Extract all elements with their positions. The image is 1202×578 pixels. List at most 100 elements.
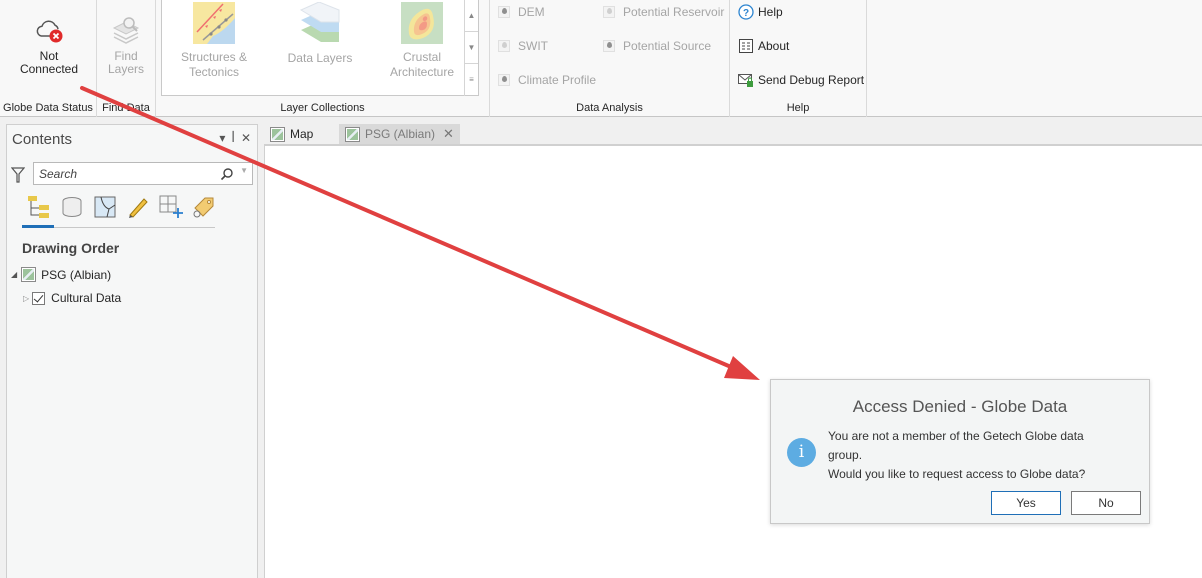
pin-icon	[498, 6, 510, 18]
map-icon	[21, 267, 37, 282]
help-button[interactable]: ? Help	[738, 4, 783, 20]
tree-item-map[interactable]: ◢ PSG (Albian)	[11, 267, 111, 282]
tab-psg-albian[interactable]: PSG (Albian) ✕	[339, 124, 460, 144]
data-layers-icon	[299, 1, 341, 44]
contents-title: Contents	[12, 131, 73, 148]
help-icon: ?	[738, 4, 754, 20]
not-connected-label-2: Connected	[19, 62, 79, 76]
dialog-message-line: You are not a member of the Getech Globe…	[828, 429, 1084, 443]
group-label: Layer Collections	[280, 102, 365, 114]
about-button[interactable]: About	[738, 38, 789, 54]
potential-source-label: Potential Source	[623, 39, 712, 53]
pane-options-icon[interactable]: ▾	[219, 131, 225, 145]
close-tab-icon[interactable]: ✕	[443, 126, 454, 142]
dialog-title: Access Denied - Globe Data	[852, 397, 1068, 416]
map-icon	[270, 126, 285, 142]
about-icon	[738, 38, 754, 54]
send-debug-report-label: Send Debug Report	[758, 73, 865, 87]
layer-visibility-checkbox[interactable]	[32, 291, 46, 305]
crustal-architecture-icon	[401, 2, 443, 44]
gallery-scrollbar[interactable]: ▲ ▼ ≡	[464, 0, 478, 96]
list-by-source-icon[interactable]	[60, 195, 84, 219]
tree-item-cultural-data-label: Cultural Data	[51, 291, 122, 305]
group-layer-collections: Structures & Tectonics Data Layers Crust…	[156, 0, 490, 117]
group-find-data: Find Layers Find Data	[97, 0, 156, 117]
layer-collections-gallery: Structures & Tectonics Data Layers Crust…	[161, 0, 479, 96]
contents-view-tabs	[22, 195, 215, 228]
tree-item-map-label: PSG (Albian)	[41, 267, 112, 282]
data-layers-button[interactable]: Data Layers	[280, 0, 360, 66]
list-by-editing-icon[interactable]	[126, 195, 150, 219]
svg-text:?: ?	[743, 8, 749, 19]
swit-label: SWIT	[518, 39, 548, 53]
pin-icon	[498, 40, 510, 52]
structures-tectonics-label: Structures &	[180, 50, 248, 64]
send-debug-report-button[interactable]: Send Debug Report	[738, 72, 864, 88]
tab-map[interactable]: Map	[264, 124, 319, 144]
dialog-message: You are not a member of the Getech Globe…	[828, 427, 1138, 484]
group-help: ? Help About Send Debug Report Help	[730, 0, 867, 117]
group-globe-data-status: Not Connected Globe Data Status	[0, 0, 97, 117]
crustal-architecture-label: Crustal	[402, 50, 441, 64]
expand-arrow-icon[interactable]: ▷	[23, 294, 29, 303]
pin-icon	[603, 6, 615, 18]
climate-profile-button[interactable]: Climate Profile	[498, 73, 596, 87]
find-layers-label-2: Layers	[107, 62, 145, 76]
dialog-message-line: Would you like to request access to Glob…	[828, 467, 1086, 481]
pin-icon	[498, 74, 510, 86]
yes-button[interactable]: Yes	[991, 491, 1061, 515]
drawing-order-heading: Drawing Order	[22, 240, 120, 256]
tab-map-label: Map	[290, 127, 314, 141]
pin-pane-icon[interactable]: ꟾ	[231, 131, 235, 145]
search-placeholder: Search	[39, 167, 78, 181]
list-by-labeling-icon[interactable]	[192, 195, 216, 219]
about-label: About	[758, 39, 790, 53]
close-pane-icon[interactable]: ✕	[241, 131, 251, 145]
potential-source-button[interactable]: Potential Source	[603, 39, 711, 53]
filter-icon[interactable]	[10, 167, 26, 183]
group-label: Globe Data Status	[3, 102, 93, 114]
collapse-arrow-icon[interactable]: ◢	[11, 270, 17, 279]
dem-label: DEM	[518, 5, 545, 19]
crustal-architecture-button[interactable]: Crustal Architecture	[382, 0, 462, 80]
contents-pane: Contents ▾ ꟾ ✕ Search ▼ Drawing Order ◢ …	[6, 124, 258, 578]
swit-button[interactable]: SWIT	[498, 39, 548, 53]
group-label: Find Data	[102, 102, 150, 114]
not-connected-button[interactable]: Not Connected	[10, 14, 88, 76]
crustal-architecture-label-2: Architecture	[389, 65, 455, 79]
group-label: Help	[786, 102, 810, 114]
access-denied-dialog: Access Denied - Globe Data i You are not…	[770, 379, 1150, 524]
view-tabs: Map PSG (Albian) ✕	[264, 124, 1202, 144]
structures-tectonics-button[interactable]: Structures & Tectonics	[174, 0, 254, 80]
search-dropdown-icon[interactable]: ▼	[240, 166, 248, 175]
help-label: Help	[758, 5, 783, 19]
list-by-drawing-order-icon[interactable]	[27, 195, 51, 219]
gallery-scroll-down-icon[interactable]: ▼	[465, 32, 478, 64]
list-by-snapping-icon[interactable]	[159, 195, 183, 219]
tab-psg-albian-label: PSG (Albian)	[365, 127, 436, 141]
dem-button[interactable]: DEM	[498, 5, 545, 19]
group-label: Data Analysis	[576, 102, 643, 114]
structures-tectonics-label-2: Tectonics	[188, 65, 240, 79]
search-icon[interactable]	[220, 167, 234, 181]
group-data-analysis: DEM Potential Reservoir SWIT Potential S…	[490, 0, 730, 117]
no-button[interactable]: No	[1071, 491, 1141, 515]
potential-reservoir-button[interactable]: Potential Reservoir	[603, 5, 724, 19]
data-layers-label: Data Layers	[287, 51, 353, 65]
find-layers-icon	[110, 14, 142, 46]
structures-tectonics-icon	[193, 2, 235, 44]
gallery-expand-icon[interactable]: ≡	[465, 64, 478, 96]
list-by-selection-icon[interactable]	[93, 195, 117, 219]
dialog-message-line: group.	[828, 448, 863, 462]
mail-lock-icon	[738, 72, 754, 88]
ribbon: Not Connected Globe Data Status Find Lay…	[0, 0, 1202, 117]
map-icon	[345, 126, 360, 142]
pane-controls: ▾ ꟾ ✕	[219, 131, 251, 145]
tree-item-cultural-data[interactable]: ▷ Cultural Data	[23, 291, 121, 305]
search-input[interactable]: Search ▼	[33, 162, 253, 185]
climate-profile-label: Climate Profile	[518, 73, 597, 87]
find-layers-button[interactable]: Find Layers	[103, 14, 149, 76]
cloud-disconnected-icon	[33, 14, 65, 46]
gallery-scroll-up-icon[interactable]: ▲	[465, 0, 478, 32]
pin-icon	[603, 40, 615, 52]
